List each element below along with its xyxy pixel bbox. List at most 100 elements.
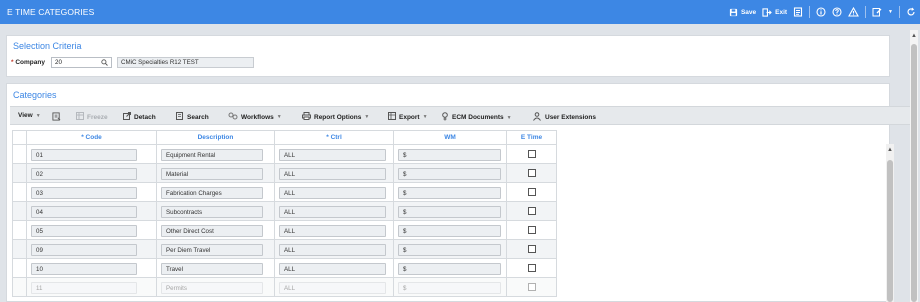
toolbar-separator	[899, 6, 900, 18]
row-selector[interactable]	[12, 277, 27, 297]
grid-scrollbar-thumb[interactable]	[887, 160, 893, 302]
wm-field[interactable]: $	[398, 206, 501, 218]
view-menu[interactable]: View ▼	[18, 112, 41, 119]
row-selector[interactable]	[12, 144, 27, 164]
detach-button[interactable]: Detach	[123, 112, 156, 122]
table-row[interactable]: 01 Equipment Rental ALL $	[12, 144, 557, 164]
page-scrollbar-thumb[interactable]	[911, 44, 917, 302]
etime-checkbox[interactable]	[527, 207, 536, 215]
scroll-up-arrow-icon[interactable]: ▲	[886, 146, 894, 154]
code-field[interactable]: 10	[31, 263, 137, 275]
warning-icon[interactable]	[848, 7, 859, 17]
export-menu[interactable]: Export ▼	[388, 112, 428, 122]
description-field[interactable]: Material	[161, 168, 263, 180]
wm-field[interactable]: $	[398, 263, 501, 275]
freeze-icon	[76, 112, 84, 122]
code-field[interactable]: 03	[31, 187, 137, 199]
workflows-menu[interactable]: Workflows ▼	[228, 112, 282, 122]
ecm-documents-menu[interactable]: ECM Documents ▼	[441, 112, 512, 123]
report-options-menu[interactable]: Report Options ▼	[302, 112, 369, 122]
toolbar-separator	[809, 6, 811, 18]
selection-criteria-panel: Selection Criteria * Company 20 CMiC Spe…	[6, 35, 890, 77]
table-row[interactable]: 11 Permits ALL $	[12, 277, 557, 297]
etime-checkbox[interactable]	[527, 283, 536, 291]
description-field[interactable]: Equipment Rental	[161, 149, 263, 161]
save-button[interactable]: Save	[729, 8, 756, 17]
exit-button[interactable]: Exit	[762, 7, 787, 17]
code-field[interactable]: 09	[31, 244, 137, 256]
row-selector[interactable]	[12, 201, 27, 221]
wm-field[interactable]: $	[398, 225, 501, 237]
scroll-up-arrow-icon[interactable]: ▲	[910, 32, 918, 40]
wm-field[interactable]: $	[398, 282, 501, 294]
row-selector[interactable]	[12, 182, 27, 202]
description-field[interactable]: Travel	[161, 263, 263, 275]
ctrl-field[interactable]: ALL	[279, 149, 386, 161]
code-field[interactable]: 11	[31, 282, 137, 294]
table-row[interactable]: 04 Subcontracts ALL $	[12, 201, 557, 221]
search-button[interactable]: Search	[176, 112, 209, 122]
ctrl-field[interactable]: ALL	[279, 206, 386, 218]
ctrl-field[interactable]: ALL	[279, 282, 386, 294]
column-header-description[interactable]: Description	[156, 130, 275, 145]
window-title: E TIME CATEGORIES	[7, 7, 95, 17]
etime-checkbox[interactable]	[527, 264, 536, 272]
table-row[interactable]: 02 Material ALL $	[12, 163, 557, 183]
code-field[interactable]: 02	[31, 168, 137, 180]
wm-field[interactable]: $	[398, 244, 501, 256]
search-icon[interactable]	[101, 59, 108, 66]
code-field[interactable]: 05	[31, 225, 137, 237]
code-field[interactable]: 01	[31, 149, 137, 161]
search-icon	[176, 112, 184, 122]
etime-checkbox[interactable]	[527, 150, 536, 158]
column-header-etime[interactable]: E Time	[506, 130, 557, 145]
table-row[interactable]: 03 Fabrication Charges ALL $	[12, 182, 557, 202]
description-field[interactable]: Permits	[161, 282, 263, 294]
print-icon	[302, 112, 311, 122]
wm-field[interactable]: $	[398, 187, 501, 199]
freeze-button[interactable]: Freeze	[76, 112, 108, 122]
ctrl-field[interactable]: ALL	[279, 187, 386, 199]
user-extensions-icon	[532, 112, 542, 123]
ecm-icon	[441, 112, 449, 123]
table-row[interactable]: 05 Other Direct Cost ALL $	[12, 220, 557, 240]
edit-icon[interactable]	[872, 7, 882, 17]
grid-scrollbar[interactable]: ▲	[886, 144, 894, 302]
column-header-ctrl[interactable]: * Ctrl	[274, 130, 394, 145]
page-scrollbar[interactable]: ▲	[910, 30, 918, 302]
table-row[interactable]: 09 Per Diem Travel ALL $	[12, 239, 557, 259]
etime-checkbox[interactable]	[527, 169, 536, 177]
wm-field[interactable]: $	[398, 168, 501, 180]
etime-checkbox[interactable]	[527, 188, 536, 196]
row-selector[interactable]	[12, 220, 27, 240]
row-selector[interactable]	[12, 258, 27, 278]
ctrl-field[interactable]: ALL	[279, 244, 386, 256]
etime-checkbox[interactable]	[527, 226, 536, 234]
table-row[interactable]: 10 Travel ALL $	[12, 258, 557, 278]
ctrl-field[interactable]: ALL	[279, 168, 386, 180]
refresh-icon[interactable]	[906, 7, 916, 17]
column-header-code[interactable]: * Code	[26, 130, 157, 145]
ctrl-field[interactable]: ALL	[279, 225, 386, 237]
etime-checkbox[interactable]	[527, 245, 536, 253]
user-extensions-button[interactable]: User Extensions	[532, 112, 596, 123]
column-header-wm[interactable]: WM	[393, 130, 507, 145]
info-icon[interactable]	[816, 7, 826, 17]
report-icon[interactable]	[793, 7, 803, 17]
code-field[interactable]: 04	[31, 206, 137, 218]
ctrl-field[interactable]: ALL	[279, 263, 386, 275]
description-field[interactable]: Fabrication Charges	[161, 187, 263, 199]
description-field[interactable]: Other Direct Cost	[161, 225, 263, 237]
row-selector[interactable]	[12, 239, 27, 259]
description-field[interactable]: Subcontracts	[161, 206, 263, 218]
company-name-field: CMiC Specialties R12 TEST	[117, 57, 254, 68]
filter-icon[interactable]	[52, 112, 61, 121]
row-selector[interactable]	[12, 163, 27, 183]
company-input[interactable]: 20	[51, 57, 112, 68]
row-selector-header	[12, 130, 27, 145]
help-icon[interactable]	[832, 7, 842, 17]
detach-icon	[123, 112, 131, 122]
description-field[interactable]: Per Diem Travel	[161, 244, 263, 256]
chevron-down-icon[interactable]: ▼	[888, 9, 893, 15]
wm-field[interactable]: $	[398, 149, 501, 161]
